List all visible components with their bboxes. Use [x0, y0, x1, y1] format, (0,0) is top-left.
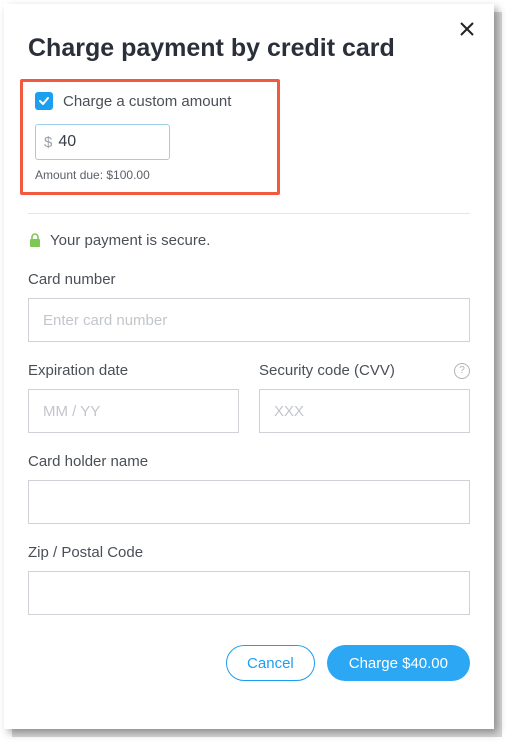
- help-icon[interactable]: ?: [454, 363, 470, 379]
- custom-amount-section: Charge a custom amount $ Amount due: $10…: [20, 79, 280, 195]
- custom-amount-checkbox-row: Charge a custom amount: [35, 92, 265, 110]
- card-holder-group: Card holder name: [28, 453, 470, 524]
- zip-label: Zip / Postal Code: [28, 544, 470, 561]
- cvv-group: Security code (CVV) ?: [259, 362, 470, 433]
- cvv-label-row: Security code (CVV) ?: [259, 362, 470, 379]
- close-icon[interactable]: [460, 20, 474, 40]
- lock-icon: [28, 233, 42, 249]
- modal-title: Charge payment by credit card: [28, 34, 470, 63]
- card-number-label: Card number: [28, 271, 470, 288]
- currency-symbol: $: [44, 134, 52, 151]
- cvv-input[interactable]: [259, 389, 470, 433]
- divider: [28, 213, 470, 214]
- secure-row: Your payment is secure.: [28, 232, 470, 249]
- payment-modal: Charge payment by credit card Charge a c…: [4, 4, 494, 729]
- amount-due-label: Amount due: $100.00: [35, 168, 265, 182]
- card-number-group: Card number: [28, 271, 470, 342]
- button-row: Cancel Charge $40.00: [28, 645, 470, 681]
- card-holder-input[interactable]: [28, 480, 470, 524]
- amount-input[interactable]: [58, 133, 161, 151]
- check-icon: [38, 95, 50, 107]
- card-number-input[interactable]: [28, 298, 470, 342]
- charge-button[interactable]: Charge $40.00: [327, 645, 470, 681]
- zip-input[interactable]: [28, 571, 470, 615]
- card-holder-label: Card holder name: [28, 453, 470, 470]
- custom-amount-label: Charge a custom amount: [63, 93, 231, 110]
- secure-text: Your payment is secure.: [50, 232, 210, 249]
- amount-input-container: $: [35, 124, 170, 160]
- expiration-label: Expiration date: [28, 362, 239, 379]
- zip-group: Zip / Postal Code: [28, 544, 470, 615]
- cvv-label: Security code (CVV): [259, 362, 395, 379]
- expiration-input[interactable]: [28, 389, 239, 433]
- expiration-cvv-row: Expiration date Security code (CVV) ?: [28, 362, 470, 453]
- custom-amount-checkbox[interactable]: [35, 92, 53, 110]
- cancel-button[interactable]: Cancel: [226, 645, 315, 681]
- expiration-group: Expiration date: [28, 362, 239, 433]
